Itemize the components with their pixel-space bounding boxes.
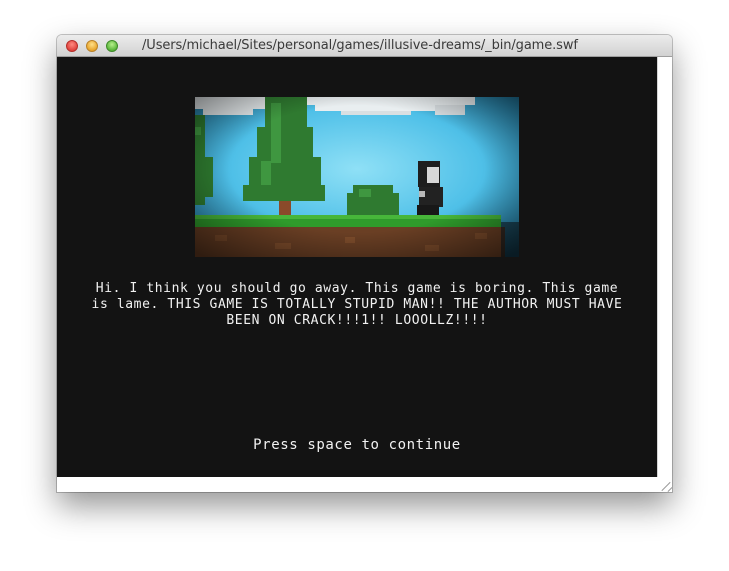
scene-illustration	[195, 97, 519, 257]
zoom-window-button[interactable]	[106, 40, 118, 52]
title-bar[interactable]: /Users/michael/Sites/personal/games/illu…	[57, 35, 672, 57]
dialog-text: Hi. I think you should go away. This gam…	[91, 281, 623, 328]
continue-prompt: Press space to continue	[253, 437, 461, 453]
horizontal-scrollbar[interactable]	[57, 477, 657, 492]
vertical-scrollbar[interactable]	[657, 57, 672, 477]
flash-player-window: /Users/michael/Sites/personal/games/illu…	[57, 35, 672, 492]
game-stage[interactable]: Hi. I think you should go away. This gam…	[57, 57, 657, 477]
minimize-window-button[interactable]	[86, 40, 98, 52]
resize-grip-icon[interactable]	[657, 477, 672, 492]
close-window-button[interactable]	[66, 40, 78, 52]
window-title: /Users/michael/Sites/personal/games/illu…	[142, 38, 578, 53]
